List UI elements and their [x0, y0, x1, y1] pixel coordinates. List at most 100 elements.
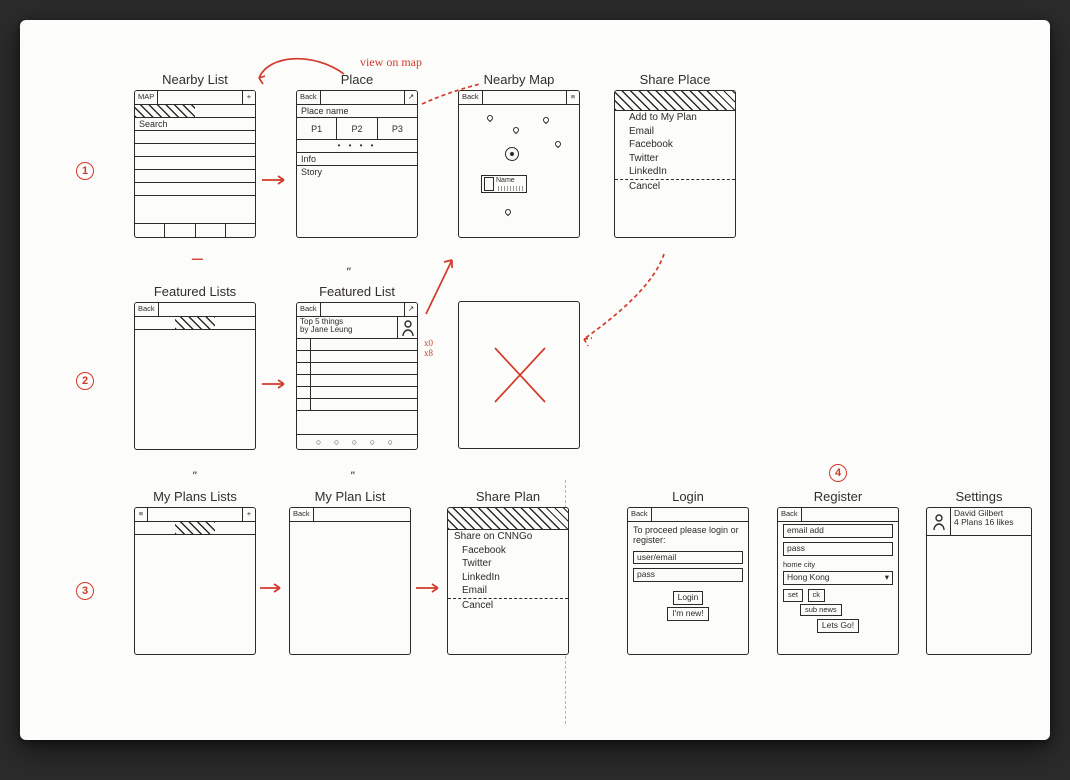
screen-title: Login — [627, 489, 749, 504]
screen-register: Register Back email add pass home city H… — [777, 489, 899, 655]
map-pin[interactable] — [486, 114, 494, 122]
login-button[interactable]: Login — [673, 591, 704, 605]
screen-title: My Plan List — [289, 489, 411, 504]
map-area[interactable]: Name — [459, 105, 579, 237]
story-row[interactable]: Story — [297, 166, 417, 179]
list-item[interactable] — [135, 157, 255, 170]
share-option[interactable]: LinkedIn — [448, 571, 568, 585]
place-name: Place name — [297, 105, 417, 118]
back-button[interactable]: Back — [459, 91, 483, 104]
register-link-button[interactable]: I'm new! — [667, 607, 708, 621]
screen-featured-list: Featured List Back ↗ Top 5 things by Jan… — [296, 284, 418, 450]
info-row[interactable]: Info — [297, 153, 417, 166]
share-option[interactable]: Email — [448, 584, 568, 598]
menu-icon[interactable]: ≡ — [135, 508, 148, 521]
share-option[interactable]: Facebook — [448, 544, 568, 558]
share-option[interactable]: Email — [615, 125, 735, 139]
cancel-button[interactable]: Cancel — [615, 180, 735, 194]
login-intro: To proceed please login or register: — [628, 522, 748, 549]
ditto-mark: " — [346, 265, 350, 279]
map-callout[interactable]: Name — [481, 175, 527, 193]
page-dots: • • • • — [297, 140, 417, 152]
chevron-down-icon: ▾ — [885, 573, 889, 583]
screen-my-plan-list: My Plan List Back — [289, 489, 411, 655]
profile-row[interactable]: David Gilbert 4 Plans 16 likes — [927, 508, 1031, 536]
screen-place: Place Back ↗ Place name P1 P2 P3 • • • •… — [296, 72, 418, 238]
back-button[interactable]: Back — [297, 303, 321, 316]
list-icon[interactable]: ≡ — [566, 91, 579, 104]
screen-title: Featured List — [296, 284, 418, 299]
share-header: Share on CNNGo — [448, 530, 568, 544]
screen-removed-placeholder — [458, 301, 580, 449]
screen-share-plan: Share Plan Share on CNNGo Facebook Twitt… — [447, 489, 569, 655]
share-option[interactable]: Facebook — [615, 138, 735, 152]
share-option[interactable]: LinkedIn — [615, 165, 735, 179]
ink-blot: ━ — [192, 255, 203, 264]
screen-title: Featured Lists — [134, 284, 256, 299]
back-button[interactable]: Back — [297, 91, 321, 104]
home-city-label: home city — [778, 558, 898, 570]
back-button[interactable]: Back — [628, 508, 652, 521]
list-item[interactable] — [135, 144, 255, 157]
set-button[interactable]: set — [783, 589, 803, 602]
back-button[interactable]: Back — [135, 303, 159, 316]
add-icon[interactable]: + — [242, 508, 255, 521]
screen-login: Login Back To proceed please login or re… — [627, 489, 749, 655]
screen-share-place: Share Place Add to My Plan Email Faceboo… — [614, 72, 736, 238]
share-option[interactable]: Add to My Plan — [615, 111, 735, 125]
user-field[interactable]: user/email — [633, 551, 743, 565]
list-item[interactable] — [135, 170, 255, 183]
annotation-view-on-map: view on map — [360, 55, 422, 69]
screen-my-plans-lists: My Plans Lists ≡ + — [134, 489, 256, 655]
map-button[interactable]: MAP — [135, 91, 158, 104]
home-city-select[interactable]: Hong Kong▾ — [783, 571, 893, 585]
ditto-mark: " — [192, 469, 196, 483]
author-avatar-icon — [397, 317, 417, 338]
share-icon[interactable]: ↗ — [404, 303, 417, 316]
share-hatch — [448, 508, 568, 530]
pass-field[interactable]: pass — [633, 568, 743, 582]
share-header-hatch — [615, 91, 735, 111]
map-pin[interactable] — [542, 116, 550, 124]
svg-text:x0: x0 — [424, 338, 434, 348]
tab-bar[interactable] — [135, 223, 255, 237]
share-option[interactable]: Twitter — [448, 557, 568, 571]
sub-news-button[interactable]: sub news — [800, 604, 842, 617]
featured-author: by Jane Leung — [300, 326, 394, 334]
screen-title: My Plans Lists — [134, 489, 256, 504]
screen-settings: Settings David Gilbert 4 Plans 16 likes — [926, 489, 1032, 655]
search-field[interactable]: Search — [135, 118, 255, 131]
screen-title: Nearby Map — [458, 72, 580, 87]
back-button[interactable]: Back — [778, 508, 802, 521]
current-location-icon — [505, 147, 519, 161]
add-icon[interactable]: + — [242, 91, 255, 104]
map-pin[interactable] — [504, 208, 512, 216]
featured-header: Top 5 things by Jane Leung — [297, 317, 417, 339]
x-icon — [459, 302, 580, 449]
list-item[interactable] — [135, 131, 255, 144]
ditto-mark: " — [350, 469, 354, 483]
wireframe-sheet: Nearby List MAP + Search Place — [20, 20, 1050, 740]
profile-avatar-icon — [927, 508, 951, 535]
screen-nearby-list: Nearby List MAP + Search — [134, 72, 256, 238]
screen-title: Share Place — [614, 72, 736, 87]
lets-go-button[interactable]: Lets Go! — [817, 619, 859, 633]
photo-row[interactable]: P1 P2 P3 — [297, 118, 417, 140]
row-number-3: 3 — [76, 582, 94, 600]
pass-field[interactable]: pass — [783, 542, 893, 556]
map-pin[interactable] — [554, 140, 562, 148]
email-field[interactable]: email add — [783, 524, 893, 538]
screen-title: Register — [777, 489, 899, 504]
back-button[interactable]: Back — [290, 508, 314, 521]
screen-title: Settings — [926, 489, 1032, 504]
share-option[interactable]: Twitter — [615, 152, 735, 166]
row-number-2: 2 — [76, 372, 94, 390]
share-icon[interactable]: ↗ — [404, 91, 417, 104]
profile-stats: 4 Plans 16 likes — [954, 518, 1028, 527]
map-pin[interactable] — [512, 126, 520, 134]
cancel-button[interactable]: Cancel — [448, 599, 568, 613]
screen-title: Place — [296, 72, 418, 87]
list-item[interactable] — [135, 183, 255, 196]
page-dots: ○ ○ ○ ○ ○ — [297, 434, 417, 449]
ck-button[interactable]: ck — [808, 589, 826, 602]
